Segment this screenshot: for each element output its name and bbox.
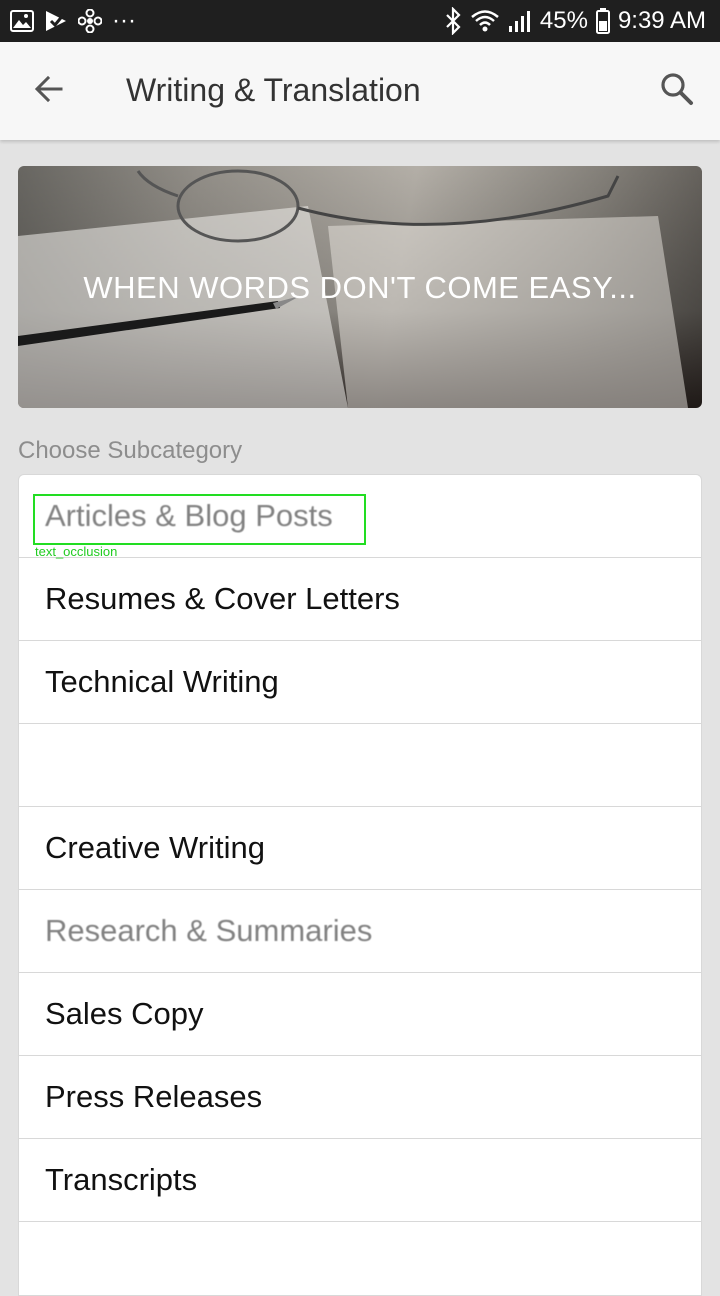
subcategory-resumes-cover-letters[interactable]: Resumes & Cover Letters: [19, 558, 701, 641]
clock: 9:39 AM: [617, 7, 706, 34]
subcategory-technical-writing[interactable]: Technical Writing: [19, 641, 701, 724]
subcategory-list: Articles & Blog Posts Resumes & Cover Le…: [18, 474, 702, 1296]
list-item-label: Transcripts: [45, 1162, 198, 1197]
list-item-label: Press Releases: [45, 1079, 263, 1114]
app-bar: Writing & Translation: [0, 42, 720, 140]
wifi-icon: [470, 8, 500, 34]
back-button[interactable]: [24, 66, 74, 116]
subcategory-heading: Choose Subcategory: [18, 437, 243, 464]
list-item-label: Resumes & Cover Letters: [45, 581, 400, 616]
battery-icon: [595, 8, 610, 34]
search-icon: [660, 72, 694, 111]
signal-icon: [508, 9, 532, 33]
subcategory-research-summaries[interactable]: Research & Summaries: [19, 890, 701, 973]
text-occlusion-box: [33, 494, 366, 545]
check-icon: [44, 9, 68, 33]
banner-headline: WHEN WORDS DON'T COME EASY...: [83, 270, 637, 305]
back-arrow-icon: [33, 73, 65, 110]
status-left-icons: ···: [10, 7, 136, 34]
search-button[interactable]: [652, 66, 702, 116]
list-item-label: Sales Copy: [45, 996, 204, 1031]
subcategory-press-releases[interactable]: Press Releases: [19, 1056, 701, 1139]
subcategory-item-4[interactable]: [19, 724, 701, 807]
gallery-icon: [10, 10, 34, 32]
subcategory-creative-writing[interactable]: Creative Writing: [19, 807, 701, 890]
more-notifications: ···: [112, 7, 136, 34]
list-item-label: Creative Writing: [45, 830, 265, 865]
subcategory-sales-copy[interactable]: Sales Copy: [19, 973, 701, 1056]
subcategory-transcripts[interactable]: Transcripts: [19, 1139, 701, 1222]
bluetooth-icon: [444, 7, 462, 35]
text-occlusion-label: text_occlusion: [35, 544, 118, 559]
page-title: Writing & Translation: [126, 72, 421, 108]
list-item-label: Technical Writing: [45, 664, 279, 699]
list-item-label: Research & Summaries: [45, 913, 373, 948]
status-bar: ··· 45% 9:39 AM: [0, 0, 720, 42]
fan-icon: [78, 9, 102, 33]
status-right-icons: 45% 9:39 AM: [444, 4, 706, 38]
battery-percent: 45%: [539, 7, 588, 34]
subcategory-item-10[interactable]: [19, 1222, 701, 1295]
category-banner: WHEN WORDS DON'T COME EASY...: [18, 166, 702, 408]
